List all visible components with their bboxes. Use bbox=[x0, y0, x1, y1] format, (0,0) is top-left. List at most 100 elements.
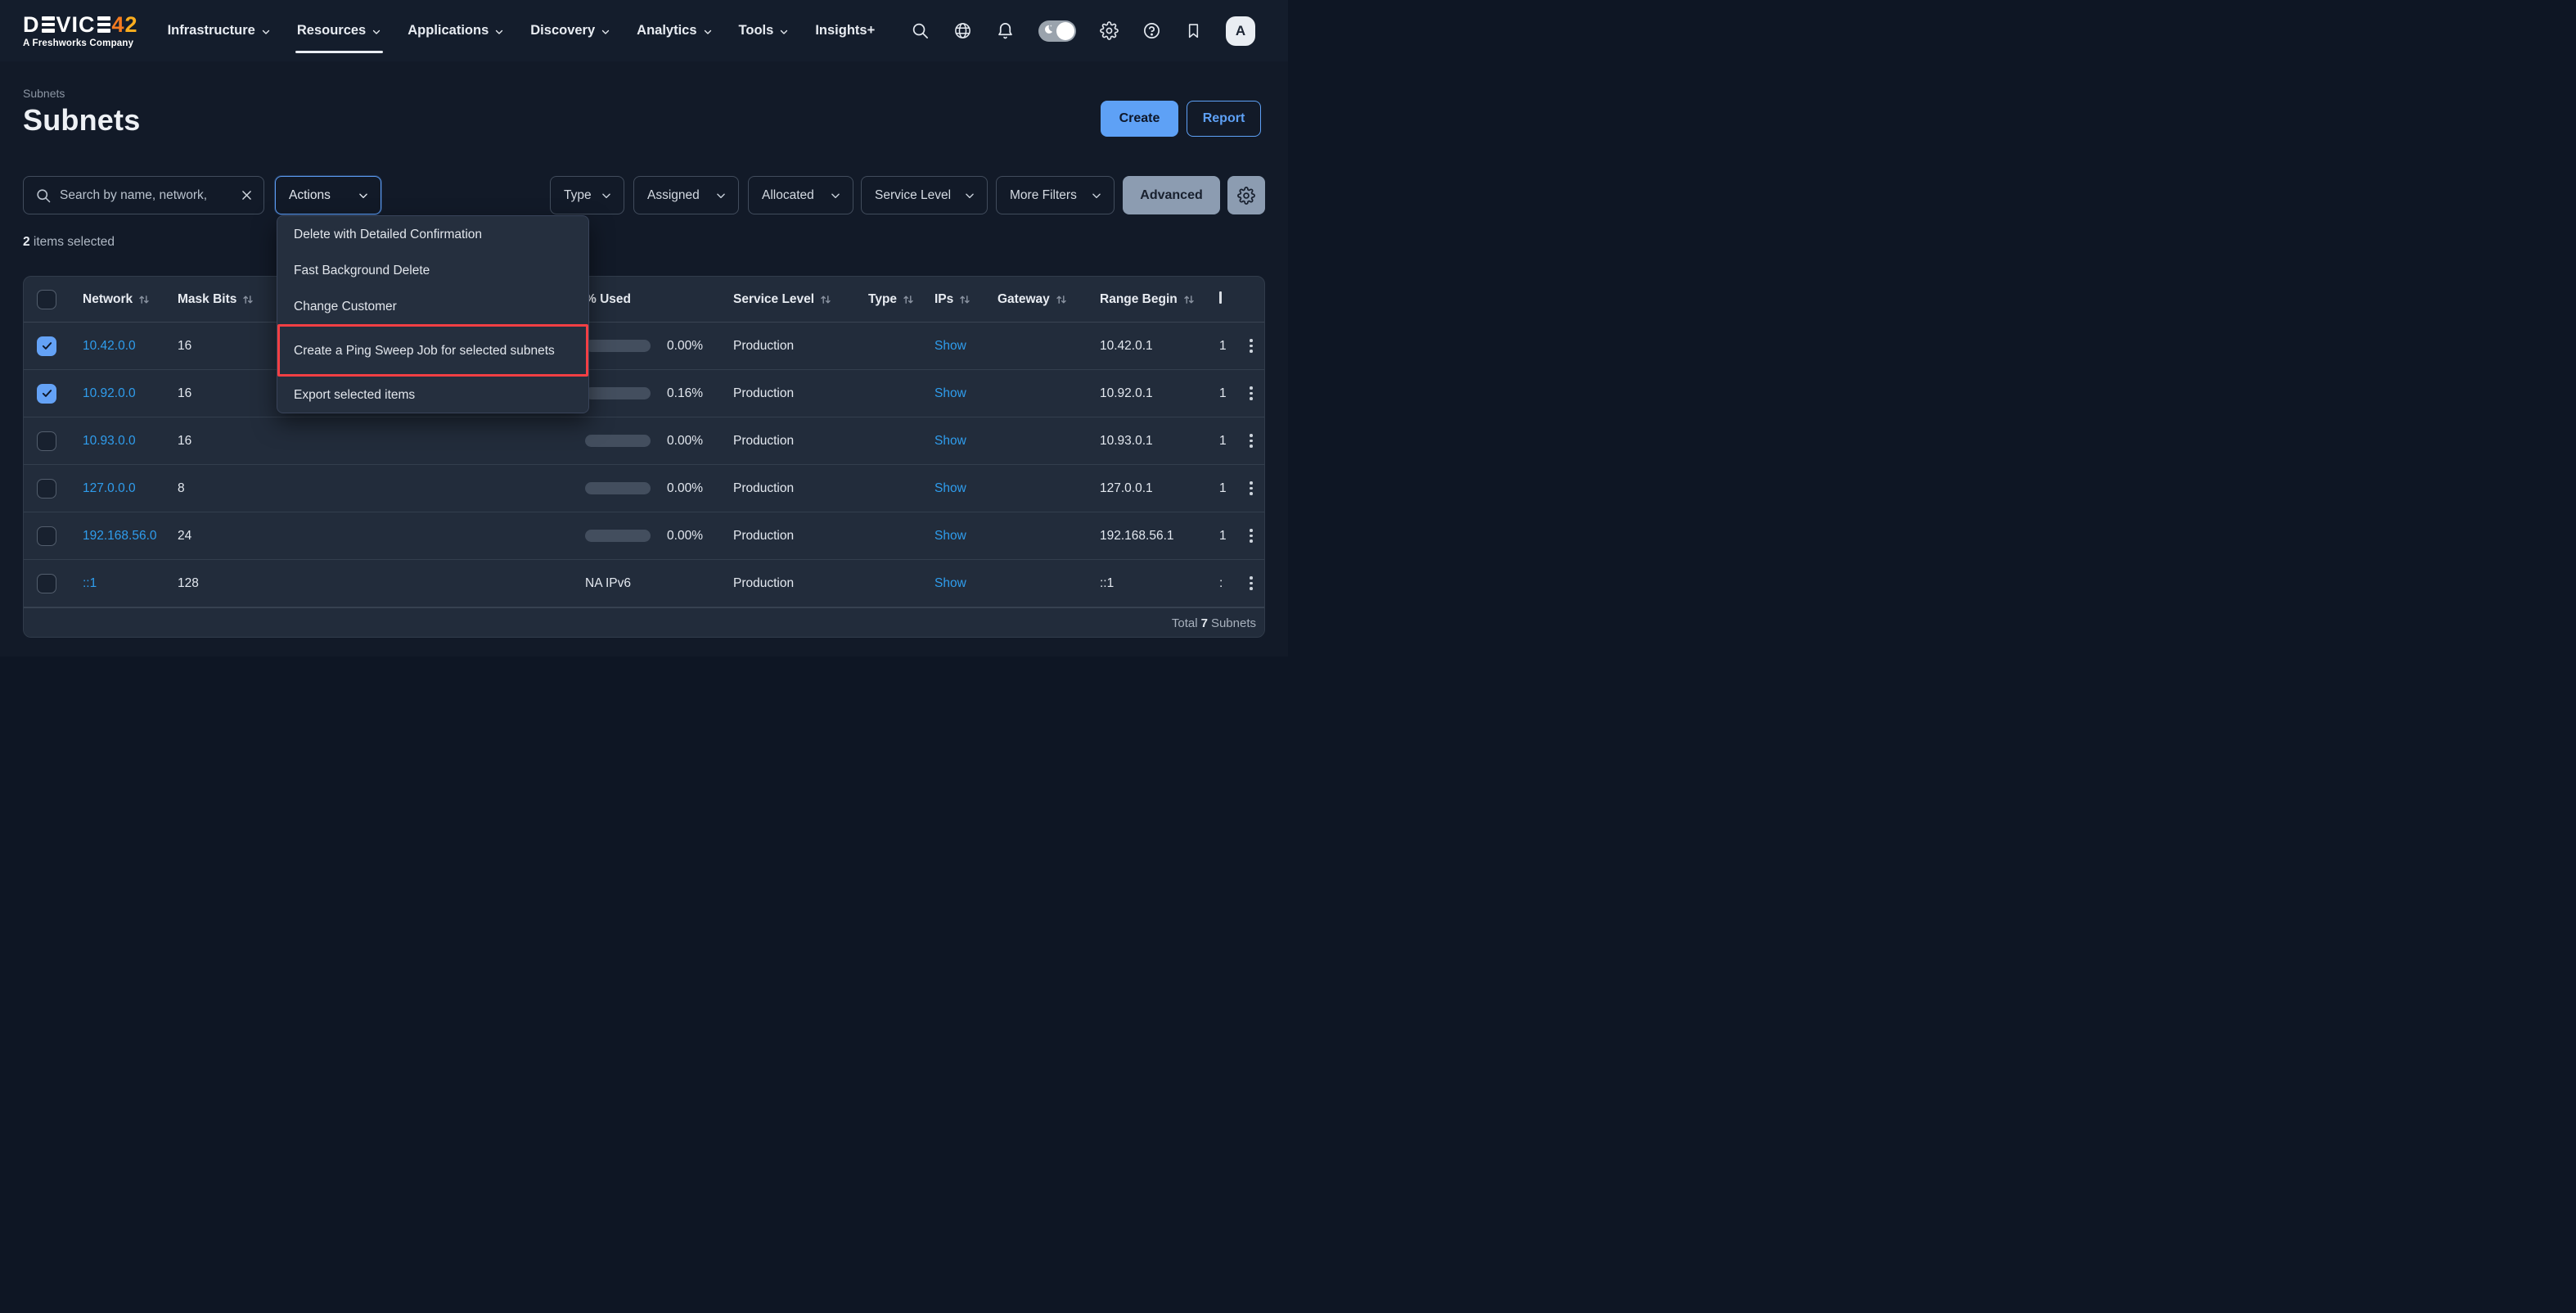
table-row: 10.92.0.0 16 0.16% Production Show 10.92… bbox=[24, 370, 1264, 417]
chevron-down-icon bbox=[601, 190, 612, 201]
chevron-down-icon bbox=[261, 27, 271, 37]
sort-icon bbox=[138, 294, 150, 305]
column-header-ips[interactable]: IPs bbox=[934, 292, 998, 307]
menu-item-export-selected[interactable]: Export selected items bbox=[277, 377, 588, 413]
network-link[interactable]: 127.0.0.0 bbox=[83, 481, 136, 495]
filter-service-level[interactable]: Service Level bbox=[861, 176, 988, 214]
usage-bar bbox=[585, 435, 651, 447]
select-all-checkbox[interactable] bbox=[37, 290, 56, 309]
logo-digit-2: 2 bbox=[125, 14, 138, 36]
range-begin-value: 10.42.0.1 bbox=[1100, 339, 1219, 354]
column-header-network[interactable]: Network bbox=[83, 292, 178, 307]
network-link[interactable]: 10.92.0.0 bbox=[83, 386, 136, 400]
ips-show-link[interactable]: Show bbox=[934, 386, 966, 400]
sort-icon bbox=[820, 294, 831, 305]
row-menu-kebab[interactable] bbox=[1238, 478, 1264, 499]
mask-bits-value: 16 bbox=[178, 434, 585, 449]
row-checkbox[interactable] bbox=[37, 479, 56, 499]
ips-show-link[interactable]: Show bbox=[934, 434, 966, 448]
settings-gear-icon[interactable] bbox=[1100, 21, 1119, 40]
row-menu-kebab[interactable] bbox=[1238, 383, 1264, 404]
row-menu-kebab[interactable] bbox=[1238, 336, 1264, 356]
create-button[interactable]: Create bbox=[1101, 101, 1178, 137]
notifications-bell-icon[interactable] bbox=[996, 21, 1015, 40]
column-header-used[interactable]: % Used bbox=[585, 292, 733, 307]
table-footer: Total7Subnets bbox=[24, 607, 1264, 638]
filter-allocated[interactable]: Allocated bbox=[748, 176, 853, 214]
clear-search-icon[interactable] bbox=[240, 188, 254, 202]
row-checkbox[interactable] bbox=[37, 526, 56, 546]
avatar[interactable]: A bbox=[1226, 16, 1255, 46]
row-checkbox[interactable] bbox=[37, 574, 56, 593]
network-link[interactable]: 10.42.0.0 bbox=[83, 339, 136, 353]
truncated-cell-value: 1 bbox=[1219, 434, 1238, 449]
network-link[interactable]: ::1 bbox=[83, 576, 97, 590]
chevron-down-icon bbox=[779, 27, 789, 37]
selection-summary: 2 items selected bbox=[23, 235, 115, 250]
menu-item-create-ping-sweep-job[interactable]: Create a Ping Sweep Job for selected sub… bbox=[277, 324, 588, 377]
menu-item-change-customer[interactable]: Change Customer bbox=[277, 288, 588, 324]
row-checkbox[interactable] bbox=[37, 336, 56, 356]
actions-dropdown-button[interactable]: Actions bbox=[275, 176, 381, 214]
used-pct-value: 0.00% bbox=[667, 481, 703, 496]
row-menu-kebab[interactable] bbox=[1238, 431, 1264, 451]
report-button[interactable]: Report bbox=[1187, 101, 1261, 137]
nav-item-tools[interactable]: Tools bbox=[739, 0, 790, 61]
main-nav: Infrastructure Resources Applications Di… bbox=[168, 0, 876, 61]
truncated-cell-value: : bbox=[1219, 576, 1238, 591]
table-settings-button[interactable] bbox=[1227, 176, 1265, 214]
row-menu-kebab[interactable] bbox=[1238, 526, 1264, 546]
menu-item-fast-background-delete[interactable]: Fast Background Delete bbox=[277, 252, 588, 288]
nav-item-resources[interactable]: Resources bbox=[297, 0, 381, 61]
truncated-column-header bbox=[1219, 291, 1222, 304]
filter-more-filters[interactable]: More Filters bbox=[996, 176, 1115, 214]
filter-type[interactable]: Type bbox=[550, 176, 624, 214]
ips-show-link[interactable]: Show bbox=[934, 339, 966, 353]
menu-item-delete-detailed[interactable]: Delete with Detailed Confirmation bbox=[277, 216, 588, 252]
ips-show-link[interactable]: Show bbox=[934, 576, 966, 590]
table-row: 10.93.0.0 16 0.00% Production Show 10.93… bbox=[24, 417, 1264, 465]
bookmark-icon[interactable] bbox=[1185, 22, 1202, 39]
row-checkbox[interactable] bbox=[37, 431, 56, 451]
column-header-gateway[interactable]: Gateway bbox=[998, 292, 1100, 307]
ips-show-link[interactable]: Show bbox=[934, 529, 966, 543]
sort-icon bbox=[959, 294, 971, 305]
row-checkbox[interactable] bbox=[37, 384, 56, 404]
table-row: ::1 128 NA IPv6 Production Show ::1 : bbox=[24, 560, 1264, 607]
logo-letters: VIC bbox=[56, 14, 96, 36]
nav-item-analytics[interactable]: Analytics bbox=[637, 0, 712, 61]
top-navbar: D VIC 4 2 A Freshworks Company Infrastru… bbox=[0, 0, 1288, 61]
truncated-cell-value: 1 bbox=[1219, 386, 1238, 401]
logo-digit-4: 4 bbox=[112, 14, 125, 36]
nav-item-applications[interactable]: Applications bbox=[408, 0, 504, 61]
nav-item-discovery[interactable]: Discovery bbox=[530, 0, 610, 61]
nav-item-insights[interactable]: Insights+ bbox=[815, 0, 875, 61]
nav-item-infrastructure[interactable]: Infrastructure bbox=[168, 0, 271, 61]
row-menu-kebab[interactable] bbox=[1238, 573, 1264, 593]
search-input[interactable] bbox=[60, 188, 232, 203]
range-begin-value: ::1 bbox=[1100, 576, 1219, 591]
search-icon[interactable] bbox=[911, 21, 930, 40]
ips-show-link[interactable]: Show bbox=[934, 481, 966, 495]
breadcrumb[interactable]: Subnets bbox=[23, 87, 65, 100]
page-title: Subnets bbox=[23, 103, 140, 138]
filter-assigned[interactable]: Assigned bbox=[633, 176, 739, 214]
gear-icon bbox=[1237, 187, 1255, 205]
chevron-down-icon bbox=[601, 27, 610, 37]
logo-letter: D bbox=[23, 14, 40, 36]
advanced-button[interactable]: Advanced bbox=[1123, 176, 1220, 214]
network-link[interactable]: 10.93.0.0 bbox=[83, 434, 136, 448]
theme-toggle[interactable] bbox=[1038, 20, 1076, 42]
column-header-type[interactable]: Type bbox=[868, 292, 934, 307]
service-level-value: Production bbox=[733, 339, 868, 354]
network-link[interactable]: 192.168.56.0 bbox=[83, 529, 157, 543]
service-level-value: Production bbox=[733, 386, 868, 401]
chevron-down-icon bbox=[964, 190, 975, 201]
device42-logo[interactable]: D VIC 4 2 A Freshworks Company bbox=[23, 13, 138, 48]
logo-tagline: A Freshworks Company bbox=[23, 38, 138, 48]
column-header-service-level[interactable]: Service Level bbox=[733, 292, 868, 307]
globe-icon[interactable] bbox=[953, 21, 972, 40]
mask-bits-value: 128 bbox=[178, 576, 585, 591]
column-header-range-begin[interactable]: Range Begin bbox=[1100, 292, 1219, 307]
help-icon[interactable] bbox=[1142, 21, 1161, 40]
